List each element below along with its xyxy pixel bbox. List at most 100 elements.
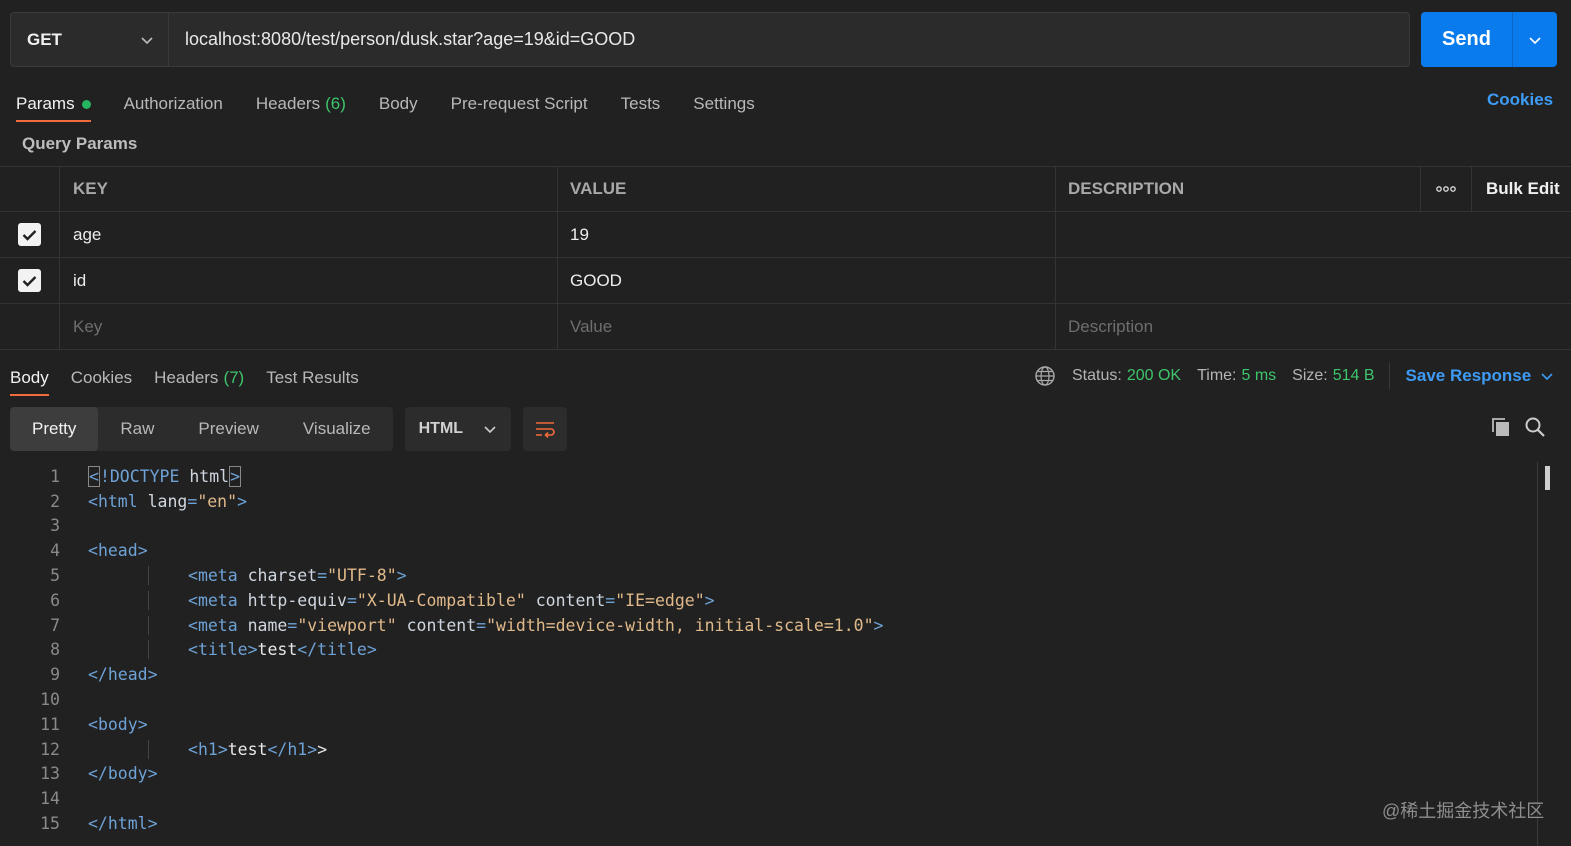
send-options-button[interactable] — [1513, 12, 1557, 67]
code-line: 8 <title>test</title> — [0, 638, 1540, 663]
search-icon[interactable] — [1524, 416, 1546, 438]
view-visualize[interactable]: Visualize — [281, 407, 393, 451]
request-url-bar: GET — [10, 12, 1410, 67]
code-line: 4 <head> — [0, 538, 1540, 563]
code-line: 14 — [0, 786, 1540, 811]
row-check-cell — [0, 304, 60, 349]
chevron-down-icon — [1541, 373, 1553, 381]
method-label: GET — [27, 29, 62, 49]
tab-authorization[interactable]: Authorization — [124, 86, 223, 122]
response-tabs: Body Cookies Headers (7) Test Results — [10, 360, 381, 396]
code-line: 10 — [0, 687, 1540, 712]
line-number: 15 — [40, 814, 60, 834]
params-header-row: KEY VALUE DESCRIPTION Bulk Edit — [0, 166, 1571, 212]
time-label: Time: — [1197, 367, 1237, 384]
scrollbar-thumb[interactable] — [1545, 466, 1550, 490]
line-number: 5 — [50, 566, 60, 586]
code-line: 13 </body> — [0, 762, 1540, 787]
params-active-dot — [81, 99, 91, 109]
copy-icon[interactable] — [1490, 416, 1512, 438]
format-label: HTML — [418, 420, 464, 437]
wrap-lines-button[interactable] — [522, 407, 567, 451]
row-checkbox[interactable] — [18, 269, 41, 292]
cookies-link[interactable]: Cookies — [1487, 90, 1553, 110]
watermark: @稀土掘金技术社区 — [1382, 801, 1545, 821]
param-key[interactable]: id — [60, 258, 558, 303]
view-pretty[interactable]: Pretty — [10, 407, 99, 451]
size-value[interactable]: 514 B — [1333, 367, 1375, 385]
chevron-down-icon — [484, 426, 496, 434]
new-key-input[interactable]: Key — [60, 304, 558, 349]
tab-prerequest-script[interactable]: Pre-request Script — [451, 86, 588, 122]
line-number: 1 — [50, 466, 60, 486]
chevron-down-icon — [1529, 36, 1541, 44]
response-code-viewer[interactable]: 1 <!DOCTYPE html> 2 <html lang="en"> 3 4 <h… — [0, 464, 1540, 836]
status-value: 200 OK — [1126, 367, 1182, 384]
query-params-title: Query Params — [22, 134, 138, 153]
bulk-edit-button[interactable]: Bulk Edit — [1472, 167, 1571, 211]
code-line: 5 <meta charset="UTF-8"> — [0, 563, 1540, 588]
code-line: 3 — [0, 514, 1540, 539]
code-line: 6 <meta http-equiv="X-UA-Compatible" cont… — [0, 588, 1540, 613]
param-description[interactable] — [1056, 258, 1420, 303]
tab-body[interactable]: Body — [379, 86, 418, 122]
code-line: 7 <meta name="viewport" content="width=de… — [0, 613, 1540, 638]
tab-settings[interactable]: Settings — [693, 86, 754, 122]
check-icon — [22, 229, 37, 241]
code-line: 2 <html lang="en"> — [0, 489, 1540, 514]
tab-tests[interactable]: Tests — [621, 86, 661, 122]
tab-headers[interactable]: Headers (6) — [256, 86, 346, 122]
save-response-label: Save Response — [1405, 366, 1532, 385]
code-line: 9 </head> — [0, 662, 1540, 687]
response-view-toolbar: Pretty Raw Preview Visualize HTML — [10, 407, 567, 451]
status-label: Status: — [1072, 367, 1122, 384]
more-options-button[interactable] — [1420, 167, 1472, 211]
code-line: 15 </html> — [0, 811, 1540, 836]
tab-params[interactable]: Params — [16, 86, 91, 122]
line-number: 10 — [40, 690, 60, 710]
param-value[interactable]: GOOD — [558, 258, 1056, 303]
wrap-icon — [535, 422, 555, 438]
row-check-cell — [0, 212, 60, 257]
view-mode-group: Pretty Raw Preview Visualize — [10, 407, 393, 451]
code-line: 12 <h1>test</h1>> — [0, 737, 1540, 762]
param-key[interactable]: age — [60, 212, 558, 257]
format-select[interactable]: HTML — [404, 407, 511, 451]
url-input[interactable] — [169, 13, 1409, 66]
line-number: 2 — [50, 491, 60, 511]
more-icon — [1436, 186, 1456, 192]
view-raw[interactable]: Raw — [98, 407, 176, 451]
row-checkbox[interactable] — [18, 223, 41, 246]
line-number: 14 — [40, 789, 60, 809]
size-label: Size: — [1292, 367, 1328, 384]
table-row-new: Key Value Description — [0, 304, 1571, 350]
response-headers-count: (7) — [223, 368, 245, 387]
line-number: 13 — [40, 764, 60, 784]
param-value[interactable]: 19 — [558, 212, 1056, 257]
line-number: 6 — [50, 590, 60, 610]
response-status-bar: Status: 200 OK Time: 5 ms Size: 514 B Sa… — [1034, 363, 1555, 389]
view-preview[interactable]: Preview — [176, 407, 280, 451]
new-value-input[interactable]: Value — [558, 304, 1056, 349]
send-button[interactable]: Send — [1421, 12, 1513, 67]
line-number: 9 — [50, 665, 60, 685]
new-description-input[interactable]: Description — [1056, 304, 1420, 349]
response-tab-test-results[interactable]: Test Results — [266, 360, 359, 396]
time-value: 5 ms — [1241, 367, 1277, 384]
code-line: 11 <body> — [0, 712, 1540, 737]
save-response-button[interactable]: Save Response — [1388, 363, 1556, 389]
header-check-cell — [0, 167, 60, 211]
response-tab-body[interactable]: Body — [10, 360, 49, 396]
globe-icon[interactable] — [1034, 365, 1056, 387]
response-tab-cookies[interactable]: Cookies — [71, 360, 132, 396]
response-tools — [1490, 416, 1546, 438]
table-row: age 19 — [0, 212, 1571, 258]
line-number: 4 — [50, 541, 60, 561]
line-number: 11 — [40, 714, 60, 734]
row-check-cell — [0, 258, 60, 303]
column-description: DESCRIPTION — [1068, 179, 1185, 198]
param-description[interactable] — [1056, 212, 1420, 257]
response-tab-headers[interactable]: Headers (7) — [154, 360, 244, 396]
line-number: 7 — [50, 615, 60, 635]
method-select[interactable]: GET — [11, 13, 169, 66]
